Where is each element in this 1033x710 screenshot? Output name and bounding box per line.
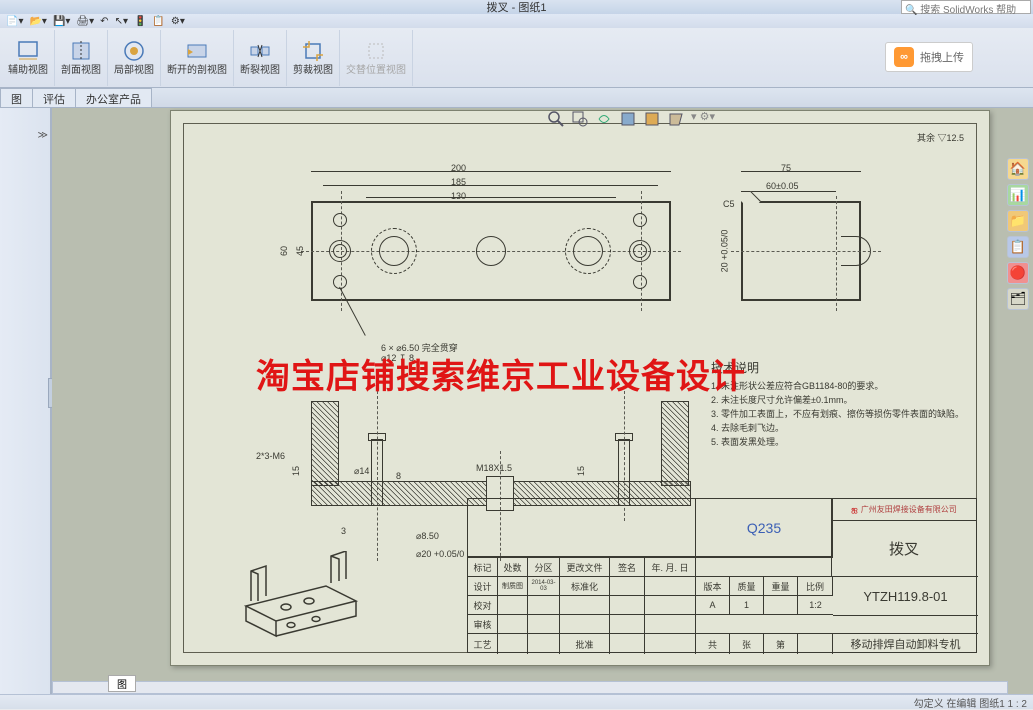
zoom-fit-icon[interactable] xyxy=(547,110,565,128)
new-menu[interactable]: 📄▾ xyxy=(6,16,23,27)
note-2: 2. 未注长度尺寸允许偏差±0.1mm。 xyxy=(711,393,971,407)
dim-45: 45 xyxy=(295,246,305,256)
broken-section-button[interactable]: 断开的剖视图 xyxy=(161,30,234,86)
prev-view-icon[interactable] xyxy=(595,110,613,128)
detail-view-button[interactable]: 局部视图 xyxy=(108,30,161,86)
watermark: 淘宝店铺搜索维京工业设备设计 xyxy=(256,349,746,398)
dim-d14: ⌀14 xyxy=(354,466,369,477)
undo-icon[interactable]: ↶ xyxy=(100,16,108,27)
tech-notes: 技术说明 1. 未注形状公差应符合GB1184-80的要求。 2. 未注长度尺寸… xyxy=(711,361,971,449)
view-hud: ▾ ⚙▾ xyxy=(547,110,715,128)
dim-60tol: 60±0.05 xyxy=(766,181,798,191)
quick-access-toolbar: 📄▾ 📂▾ 💾▾ 🖨▾ ↶ ↖▾ 🚦 📋 ⚙▾ xyxy=(0,14,1033,28)
dim-d20tol: ⌀20 +0.05/0 xyxy=(416,549,464,560)
resources-icon[interactable]: 📊 xyxy=(1007,184,1029,206)
thread-note: 2*3-M6 xyxy=(256,451,285,461)
alt-position-button: 交替位置视图 xyxy=(340,30,413,86)
display-style-icon[interactable] xyxy=(643,110,661,128)
dim-m18: M18X1.5 xyxy=(476,463,512,473)
workspace: ≫ ▾ ⚙▾ 🏠 📊 📁 📋 🔴 🗂 其余 ▽12.5 xyxy=(0,108,1033,694)
dim-8: 8 xyxy=(396,471,401,481)
rebuild-icon[interactable]: 🚦 xyxy=(134,16,146,27)
status-text: 勾定义 在编辑 图纸1 1 : 2 xyxy=(914,695,1027,710)
title-block-right: ஐ广州友田焊接设备有限公司 拨叉 xyxy=(831,499,976,576)
save-menu[interactable]: 💾▾ xyxy=(53,16,70,27)
break-view-button[interactable]: 断裂视图 xyxy=(234,30,287,86)
notes-header: 技术说明 xyxy=(711,361,971,375)
document-title: 拨叉 - 图纸1 xyxy=(487,0,547,15)
options-icon[interactable]: 📋 xyxy=(152,16,164,27)
dim-d850: ⌀8.50 xyxy=(416,531,439,542)
isometric-view xyxy=(231,551,371,651)
appearance-icon[interactable]: ▾ ⚙▾ xyxy=(691,110,715,128)
ribbon: 辅助视图 剖面视图 局部视图 断开的剖视图 断裂视图 剪裁视图 交替位置视图 ∞… xyxy=(0,28,1033,88)
drawing-sheet: 其余 ▽12.5 200 185 130 xyxy=(170,110,990,666)
expand-arrow[interactable]: ≫ xyxy=(0,128,50,143)
appearance-panel-icon[interactable]: 🔴 xyxy=(1007,262,1029,284)
tab-drawing[interactable]: 图 xyxy=(0,88,33,107)
status-bar: 勾定义 在编辑 图纸1 1 : 2 xyxy=(0,694,1033,709)
open-menu[interactable]: 📂▾ xyxy=(29,16,46,27)
task-pane: 🏠 📊 📁 📋 🔴 🗂 xyxy=(1007,158,1031,310)
horizontal-scrollbar[interactable]: 图 xyxy=(52,681,1008,694)
view-palette-icon[interactable]: 📋 xyxy=(1007,236,1029,258)
dim-130: 130 xyxy=(451,191,466,201)
title-block: Q235 ஐ广州友田焊接设备有限公司 拨叉 标记 处数 分区 更改文件 签名 年… xyxy=(467,498,977,653)
cloud-upload-button[interactable]: ∞ 拖拽上传 xyxy=(885,42,973,72)
tab-office[interactable]: 办公室产品 xyxy=(75,88,152,107)
select-menu[interactable]: ↖▾ xyxy=(115,16,128,27)
side-view: 75 60±0.05 C5 20 +0.05/0 xyxy=(711,171,891,331)
dim-15: 15 xyxy=(291,466,301,476)
dim-c5: C5 xyxy=(723,199,735,209)
title-bar: 拨叉 - 图纸1 🔍 搜索 SolidWorks 帮助 xyxy=(0,0,1033,14)
note-4: 4. 去除毛刺飞边。 xyxy=(711,421,971,435)
custom-props-icon[interactable]: 🗂 xyxy=(1007,288,1029,310)
note-5: 5. 表面发黑处理。 xyxy=(711,435,971,449)
settings-menu[interactable]: ⚙▾ xyxy=(171,16,185,27)
crop-view-button[interactable]: 剪裁视图 xyxy=(287,30,340,86)
surface-finish: 其余 ▽12.5 xyxy=(917,131,964,144)
hide-show-icon[interactable] xyxy=(667,110,685,128)
dim-3: 3 xyxy=(341,526,346,536)
dim-15b: 15 xyxy=(576,466,586,476)
help-search-input[interactable]: 🔍 搜索 SolidWorks 帮助 xyxy=(901,0,1031,14)
file-explorer-icon[interactable]: 📁 xyxy=(1007,210,1029,232)
note-1: 1. 未注形状公差应符合GB1184-80的要求。 xyxy=(711,379,971,393)
section-icon[interactable] xyxy=(619,110,637,128)
feature-tabs: 图 评估 办公室产品 xyxy=(0,88,1033,108)
material-cell: Q235 xyxy=(696,499,833,557)
drawing-canvas[interactable]: ▾ ⚙▾ 🏠 📊 📁 📋 🔴 🗂 其余 ▽12.5 200 185 130 xyxy=(52,108,1033,694)
aux-view-button[interactable]: 辅助视图 xyxy=(2,30,55,86)
company-cell: ஐ广州友田焊接设备有限公司 xyxy=(832,499,976,521)
feature-tree-panel[interactable]: ≫ xyxy=(0,108,52,694)
part-name-cell: 拨叉 xyxy=(832,521,976,576)
dim-20tol: 20 +0.05/0 xyxy=(719,230,729,273)
cloud-icon: ∞ xyxy=(894,47,914,67)
sheet-tab[interactable]: 图 xyxy=(108,675,136,692)
zoom-area-icon[interactable] xyxy=(571,110,589,128)
tab-evaluate[interactable]: 评估 xyxy=(32,88,76,107)
home-icon[interactable]: 🏠 xyxy=(1007,158,1029,180)
dim-60: 60 xyxy=(279,246,289,256)
print-menu[interactable]: 🖨▾ xyxy=(76,16,94,27)
section-view-button[interactable]: 剖面视图 xyxy=(55,30,108,86)
top-view: 200 185 130 xyxy=(271,171,691,331)
note-3: 3. 零件加工表面上，不应有划痕、擦伤等损伤零件表面的缺陷。 xyxy=(711,407,971,421)
